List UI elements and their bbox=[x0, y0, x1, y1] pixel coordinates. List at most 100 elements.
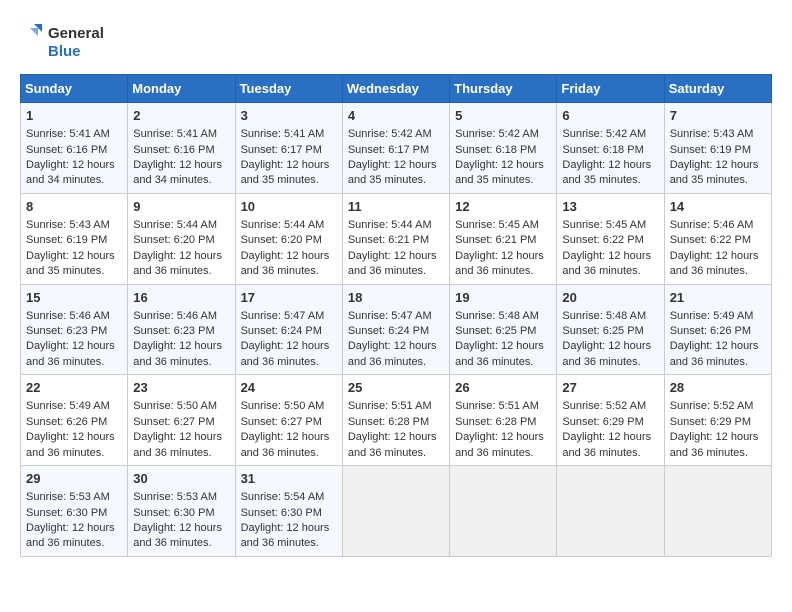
sunset-label: Sunset: 6:18 PM bbox=[455, 144, 536, 156]
sunset-label: Sunset: 6:30 PM bbox=[133, 507, 214, 519]
sunrise-label: Sunrise: 5:47 AM bbox=[241, 310, 325, 322]
sunset-label: Sunset: 6:22 PM bbox=[670, 234, 751, 246]
day-header-friday: Friday bbox=[557, 75, 664, 103]
daylight-label: Daylight: 12 hours and 35 minutes. bbox=[562, 159, 651, 186]
sunset-label: Sunset: 6:29 PM bbox=[562, 416, 643, 428]
daylight-label: Daylight: 12 hours and 36 minutes. bbox=[348, 431, 437, 458]
sunset-label: Sunset: 6:19 PM bbox=[670, 144, 751, 156]
daylight-label: Daylight: 12 hours and 36 minutes. bbox=[133, 522, 222, 549]
sunset-label: Sunset: 6:23 PM bbox=[133, 325, 214, 337]
calendar-cell: 31 Sunrise: 5:54 AM Sunset: 6:30 PM Dayl… bbox=[235, 466, 342, 557]
calendar-week-row: 15 Sunrise: 5:46 AM Sunset: 6:23 PM Dayl… bbox=[21, 284, 772, 375]
calendar-cell bbox=[557, 466, 664, 557]
day-number: 17 bbox=[241, 289, 337, 307]
day-number: 13 bbox=[562, 198, 658, 216]
sunset-label: Sunset: 6:30 PM bbox=[26, 507, 107, 519]
sunset-label: Sunset: 6:16 PM bbox=[133, 144, 214, 156]
daylight-label: Daylight: 12 hours and 36 minutes. bbox=[241, 250, 330, 277]
sunset-label: Sunset: 6:20 PM bbox=[241, 234, 322, 246]
calendar-week-row: 29 Sunrise: 5:53 AM Sunset: 6:30 PM Dayl… bbox=[21, 466, 772, 557]
calendar-cell: 8 Sunrise: 5:43 AM Sunset: 6:19 PM Dayli… bbox=[21, 193, 128, 284]
calendar-cell: 9 Sunrise: 5:44 AM Sunset: 6:20 PM Dayli… bbox=[128, 193, 235, 284]
calendar-cell: 29 Sunrise: 5:53 AM Sunset: 6:30 PM Dayl… bbox=[21, 466, 128, 557]
sunrise-label: Sunrise: 5:44 AM bbox=[133, 219, 217, 231]
day-number: 30 bbox=[133, 470, 229, 488]
calendar-cell: 30 Sunrise: 5:53 AM Sunset: 6:30 PM Dayl… bbox=[128, 466, 235, 557]
daylight-label: Daylight: 12 hours and 36 minutes. bbox=[133, 250, 222, 277]
day-header-tuesday: Tuesday bbox=[235, 75, 342, 103]
sunset-label: Sunset: 6:28 PM bbox=[455, 416, 536, 428]
calendar-cell: 12 Sunrise: 5:45 AM Sunset: 6:21 PM Dayl… bbox=[450, 193, 557, 284]
calendar-cell: 17 Sunrise: 5:47 AM Sunset: 6:24 PM Dayl… bbox=[235, 284, 342, 375]
daylight-label: Daylight: 12 hours and 36 minutes. bbox=[670, 340, 759, 367]
day-number: 23 bbox=[133, 379, 229, 397]
calendar-cell: 14 Sunrise: 5:46 AM Sunset: 6:22 PM Dayl… bbox=[664, 193, 771, 284]
daylight-label: Daylight: 12 hours and 34 minutes. bbox=[133, 159, 222, 186]
day-number: 6 bbox=[562, 107, 658, 125]
sunset-label: Sunset: 6:27 PM bbox=[133, 416, 214, 428]
daylight-label: Daylight: 12 hours and 36 minutes. bbox=[26, 431, 115, 458]
day-number: 29 bbox=[26, 470, 122, 488]
calendar-cell: 3 Sunrise: 5:41 AM Sunset: 6:17 PM Dayli… bbox=[235, 103, 342, 194]
calendar-cell: 15 Sunrise: 5:46 AM Sunset: 6:23 PM Dayl… bbox=[21, 284, 128, 375]
daylight-label: Daylight: 12 hours and 35 minutes. bbox=[241, 159, 330, 186]
sunrise-label: Sunrise: 5:48 AM bbox=[455, 310, 539, 322]
sunrise-label: Sunrise: 5:46 AM bbox=[670, 219, 754, 231]
daylight-label: Daylight: 12 hours and 36 minutes. bbox=[133, 340, 222, 367]
day-number: 31 bbox=[241, 470, 337, 488]
sunset-label: Sunset: 6:26 PM bbox=[670, 325, 751, 337]
daylight-label: Daylight: 12 hours and 36 minutes. bbox=[241, 340, 330, 367]
day-number: 28 bbox=[670, 379, 766, 397]
sunrise-label: Sunrise: 5:53 AM bbox=[26, 491, 110, 503]
calendar-cell: 21 Sunrise: 5:49 AM Sunset: 6:26 PM Dayl… bbox=[664, 284, 771, 375]
calendar-cell: 26 Sunrise: 5:51 AM Sunset: 6:28 PM Dayl… bbox=[450, 375, 557, 466]
day-number: 11 bbox=[348, 198, 444, 216]
sunrise-label: Sunrise: 5:42 AM bbox=[348, 128, 432, 140]
daylight-label: Daylight: 12 hours and 36 minutes. bbox=[26, 522, 115, 549]
sunrise-label: Sunrise: 5:43 AM bbox=[26, 219, 110, 231]
sunset-label: Sunset: 6:21 PM bbox=[348, 234, 429, 246]
daylight-label: Daylight: 12 hours and 36 minutes. bbox=[670, 431, 759, 458]
header-row: SundayMondayTuesdayWednesdayThursdayFrid… bbox=[21, 75, 772, 103]
day-number: 16 bbox=[133, 289, 229, 307]
sunrise-label: Sunrise: 5:46 AM bbox=[26, 310, 110, 322]
sunrise-label: Sunrise: 5:42 AM bbox=[455, 128, 539, 140]
calendar-cell: 22 Sunrise: 5:49 AM Sunset: 6:26 PM Dayl… bbox=[21, 375, 128, 466]
sunset-label: Sunset: 6:24 PM bbox=[241, 325, 322, 337]
sunrise-label: Sunrise: 5:41 AM bbox=[133, 128, 217, 140]
sunrise-label: Sunrise: 5:41 AM bbox=[241, 128, 325, 140]
calendar-cell: 28 Sunrise: 5:52 AM Sunset: 6:29 PM Dayl… bbox=[664, 375, 771, 466]
day-number: 20 bbox=[562, 289, 658, 307]
sunset-label: Sunset: 6:28 PM bbox=[348, 416, 429, 428]
daylight-label: Daylight: 12 hours and 35 minutes. bbox=[455, 159, 544, 186]
sunset-label: Sunset: 6:24 PM bbox=[348, 325, 429, 337]
calendar-cell: 19 Sunrise: 5:48 AM Sunset: 6:25 PM Dayl… bbox=[450, 284, 557, 375]
sunrise-label: Sunrise: 5:45 AM bbox=[455, 219, 539, 231]
daylight-label: Daylight: 12 hours and 36 minutes. bbox=[26, 340, 115, 367]
day-number: 27 bbox=[562, 379, 658, 397]
calendar-cell: 2 Sunrise: 5:41 AM Sunset: 6:16 PM Dayli… bbox=[128, 103, 235, 194]
calendar-cell: 6 Sunrise: 5:42 AM Sunset: 6:18 PM Dayli… bbox=[557, 103, 664, 194]
daylight-label: Daylight: 12 hours and 36 minutes. bbox=[348, 250, 437, 277]
sunrise-label: Sunrise: 5:53 AM bbox=[133, 491, 217, 503]
calendar-cell bbox=[664, 466, 771, 557]
sunrise-label: Sunrise: 5:46 AM bbox=[133, 310, 217, 322]
sunset-label: Sunset: 6:29 PM bbox=[670, 416, 751, 428]
sunrise-label: Sunrise: 5:49 AM bbox=[670, 310, 754, 322]
sunset-label: Sunset: 6:19 PM bbox=[26, 234, 107, 246]
day-number: 24 bbox=[241, 379, 337, 397]
daylight-label: Daylight: 12 hours and 36 minutes. bbox=[348, 340, 437, 367]
day-number: 8 bbox=[26, 198, 122, 216]
logo-text-block: General Blue bbox=[20, 20, 110, 64]
sunset-label: Sunset: 6:23 PM bbox=[26, 325, 107, 337]
daylight-label: Daylight: 12 hours and 36 minutes. bbox=[670, 250, 759, 277]
daylight-label: Daylight: 12 hours and 35 minutes. bbox=[670, 159, 759, 186]
calendar-cell: 20 Sunrise: 5:48 AM Sunset: 6:25 PM Dayl… bbox=[557, 284, 664, 375]
daylight-label: Daylight: 12 hours and 36 minutes. bbox=[241, 522, 330, 549]
sunrise-label: Sunrise: 5:52 AM bbox=[562, 400, 646, 412]
day-number: 10 bbox=[241, 198, 337, 216]
day-number: 2 bbox=[133, 107, 229, 125]
day-header-saturday: Saturday bbox=[664, 75, 771, 103]
calendar-cell: 13 Sunrise: 5:45 AM Sunset: 6:22 PM Dayl… bbox=[557, 193, 664, 284]
daylight-label: Daylight: 12 hours and 36 minutes. bbox=[562, 340, 651, 367]
